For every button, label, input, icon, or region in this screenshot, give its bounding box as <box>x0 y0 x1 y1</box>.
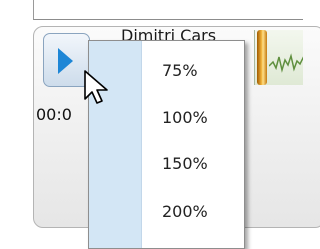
top-frame <box>33 0 303 20</box>
waveform-cap-icon <box>257 30 267 85</box>
menu-item-200[interactable]: 200% <box>142 190 244 234</box>
play-icon <box>58 48 73 74</box>
player-window: Dimitri Cars 00:0 75% 100% 150% 200% <box>0 0 320 249</box>
elapsed-time: 00:0 <box>36 105 72 124</box>
menu-item-100[interactable]: 100% <box>142 96 244 140</box>
menu-item-75[interactable]: 75% <box>142 49 244 93</box>
waveform-thumbnail[interactable] <box>254 30 303 85</box>
mouse-cursor-icon <box>84 70 108 104</box>
menu-item-150[interactable]: 150% <box>142 142 244 186</box>
waveform-icon <box>269 53 303 73</box>
